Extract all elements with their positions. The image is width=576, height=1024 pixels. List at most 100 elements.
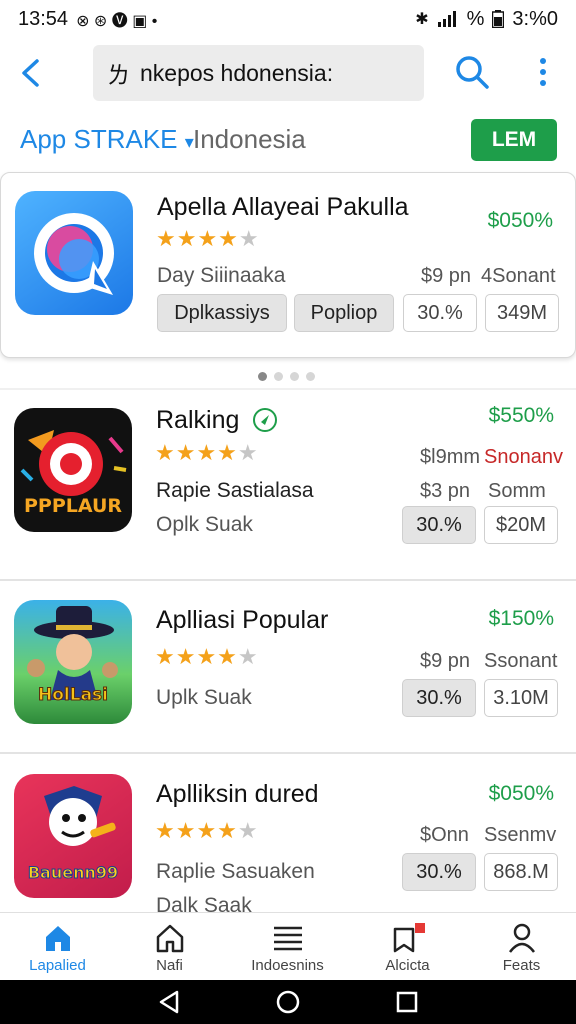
home-circle-icon[interactable] bbox=[275, 989, 301, 1015]
rating-chip[interactable]: 30.% bbox=[402, 679, 476, 717]
search-row: ㄌ nkepos hdonensia: bbox=[0, 40, 576, 106]
pager-dot[interactable] bbox=[290, 372, 299, 381]
size-chip[interactable]: 349M bbox=[485, 294, 559, 332]
region-tab[interactable]: Indonesia bbox=[193, 124, 306, 155]
app-price: $3 pn bbox=[420, 480, 471, 502]
list-icon bbox=[273, 926, 302, 951]
app-status-text: Snonanv bbox=[484, 446, 563, 468]
app-title: Ralking bbox=[156, 406, 240, 434]
rating-stars: ★★★★★ bbox=[155, 818, 259, 843]
app-card[interactable]: HolLasi Aplliasi Popular $150% ★★★★★ $9 … bbox=[0, 583, 576, 751]
verified-badge-icon bbox=[253, 408, 277, 432]
nav-item-alcicta[interactable]: Alcicta bbox=[350, 913, 465, 981]
status-right: ✱ % 3:%0 bbox=[415, 8, 558, 31]
app-title: Aplliasi Popular bbox=[156, 606, 329, 634]
nav-label: Nafi bbox=[156, 957, 183, 974]
recents-square-icon[interactable] bbox=[395, 990, 419, 1014]
nav-label: Alcicta bbox=[385, 957, 430, 974]
person-icon bbox=[508, 923, 535, 953]
nav-item-feats[interactable]: Feats bbox=[464, 913, 576, 981]
size-chip[interactable]: $20M bbox=[484, 506, 558, 544]
pager-dot[interactable] bbox=[274, 372, 283, 381]
divider bbox=[0, 752, 576, 754]
nav-label: Feats bbox=[502, 957, 541, 974]
app-price-secondary: 4Sonant bbox=[481, 265, 556, 287]
category-chip[interactable]: Popliop bbox=[294, 294, 394, 332]
search-icon bbox=[456, 56, 489, 89]
search-prefix-glyph: ㄌ bbox=[107, 62, 130, 88]
status-left: 13:54 ⊗ ⊛ 🅥 ▣ • bbox=[18, 7, 157, 31]
app-card[interactable]: Bauenn99 Aplliksin dured $050% ★★★★★ $On… bbox=[0, 756, 576, 912]
bluetooth-icon: ✱ bbox=[415, 11, 429, 28]
rating-stars: ★★★★★ bbox=[155, 644, 259, 669]
divider bbox=[0, 388, 576, 390]
nav-label: Lapalied bbox=[29, 957, 86, 974]
app-subtitle-secondary: Dalk Saak bbox=[156, 894, 252, 912]
search-query: nkepos hdonensia: bbox=[140, 59, 334, 86]
signal-icon bbox=[437, 11, 456, 27]
lem-button[interactable]: LEM bbox=[471, 119, 557, 161]
category-chip[interactable]: Dplkassiys bbox=[157, 294, 287, 332]
app-percent: $050% bbox=[488, 782, 554, 805]
app-price-secondary: Ssonant bbox=[484, 650, 558, 672]
app-percent: $050% bbox=[487, 209, 553, 232]
store-tab-label: App STRAKE bbox=[20, 124, 178, 154]
app-price: $9 pn bbox=[421, 265, 472, 287]
app-title: Apella Allayeai Pakulla bbox=[157, 193, 409, 221]
size-chip[interactable]: 868.M bbox=[484, 853, 558, 891]
status-time: 13:54 bbox=[18, 7, 69, 30]
app-price: $Onn bbox=[420, 824, 469, 846]
rating-chip[interactable]: 30.% bbox=[402, 853, 476, 891]
icon-brand-text: Bauenn99 bbox=[28, 863, 118, 882]
bookmark-icon bbox=[393, 923, 425, 953]
pager-dot-active[interactable] bbox=[258, 372, 267, 381]
status-bar: 13:54 ⊗ ⊛ 🅥 ▣ • ✱ % 3:%0 bbox=[0, 0, 576, 38]
divider bbox=[0, 579, 576, 581]
app-price-secondary: Somm bbox=[488, 480, 546, 502]
app-percent: $150% bbox=[488, 607, 554, 630]
back-arrow-icon bbox=[22, 59, 39, 87]
app-icon bbox=[15, 191, 133, 315]
store-dropdown[interactable]: App STRAKE ▾ bbox=[20, 124, 194, 155]
pager-dot[interactable] bbox=[306, 372, 315, 381]
app-subtitle: Uplk Suak bbox=[156, 686, 252, 709]
search-input[interactable]: ㄌ nkepos hdonensia: bbox=[93, 45, 424, 101]
app-subtitle-primary: Rapie Sastialasa bbox=[156, 479, 314, 502]
back-triangle-icon[interactable] bbox=[157, 989, 181, 1015]
rating-chip[interactable]: 30.% bbox=[403, 294, 477, 332]
more-options-button[interactable] bbox=[526, 48, 560, 96]
app-icon: Bauenn99 bbox=[14, 774, 132, 898]
rating-chip[interactable]: 30.% bbox=[402, 506, 476, 544]
battery-icon bbox=[492, 10, 505, 28]
app-card[interactable]: Apella Allayeai Pakulla ★★★★★ $050% Day … bbox=[0, 172, 576, 358]
app-card[interactable]: PPPLAUR Ralking $550% ★★★★★ $l9mm Snonan… bbox=[0, 392, 576, 578]
size-chip[interactable]: 3.10M bbox=[484, 679, 558, 717]
nav-item-nafi[interactable]: Nafi bbox=[112, 913, 227, 981]
app-icon: PPPLAUR bbox=[14, 408, 132, 532]
battery-text: 3:%0 bbox=[512, 7, 558, 30]
back-button[interactable] bbox=[2, 45, 58, 101]
status-percent: % bbox=[466, 7, 485, 30]
app-title: Aplliksin dured bbox=[156, 780, 319, 808]
character-logo-icon: HolLasi bbox=[27, 606, 118, 706]
icon-brand-text: HolLasi bbox=[38, 685, 108, 705]
app-icon: HolLasi bbox=[14, 600, 132, 724]
nav-item-lapalied[interactable]: Lapalied bbox=[0, 913, 115, 981]
app-price: $9 pn bbox=[420, 650, 471, 672]
app-price-top: $l9mm bbox=[420, 446, 481, 468]
nav-label: Indoesnins bbox=[251, 957, 324, 974]
chat-logo-icon bbox=[34, 213, 114, 295]
home-outline-icon bbox=[156, 924, 183, 953]
app-subtitle: Oplk Suak bbox=[156, 513, 253, 536]
rating-stars: ★★★★★ bbox=[155, 440, 259, 465]
carousel-pager bbox=[258, 372, 315, 381]
search-button[interactable] bbox=[448, 48, 496, 96]
rating-stars: ★★★★★ bbox=[156, 226, 260, 251]
home-filled-icon bbox=[45, 926, 70, 951]
more-dot-icon bbox=[540, 69, 546, 75]
more-dot-icon bbox=[540, 58, 546, 64]
notification-icons: ⊗ ⊛ 🅥 ▣ • bbox=[76, 13, 158, 30]
app-subtitle: Raplie Sasuaken bbox=[156, 860, 315, 883]
nav-item-indoesnins[interactable]: Indoesnins bbox=[230, 913, 345, 981]
mascot-logo-icon: Bauenn99 bbox=[27, 786, 119, 883]
